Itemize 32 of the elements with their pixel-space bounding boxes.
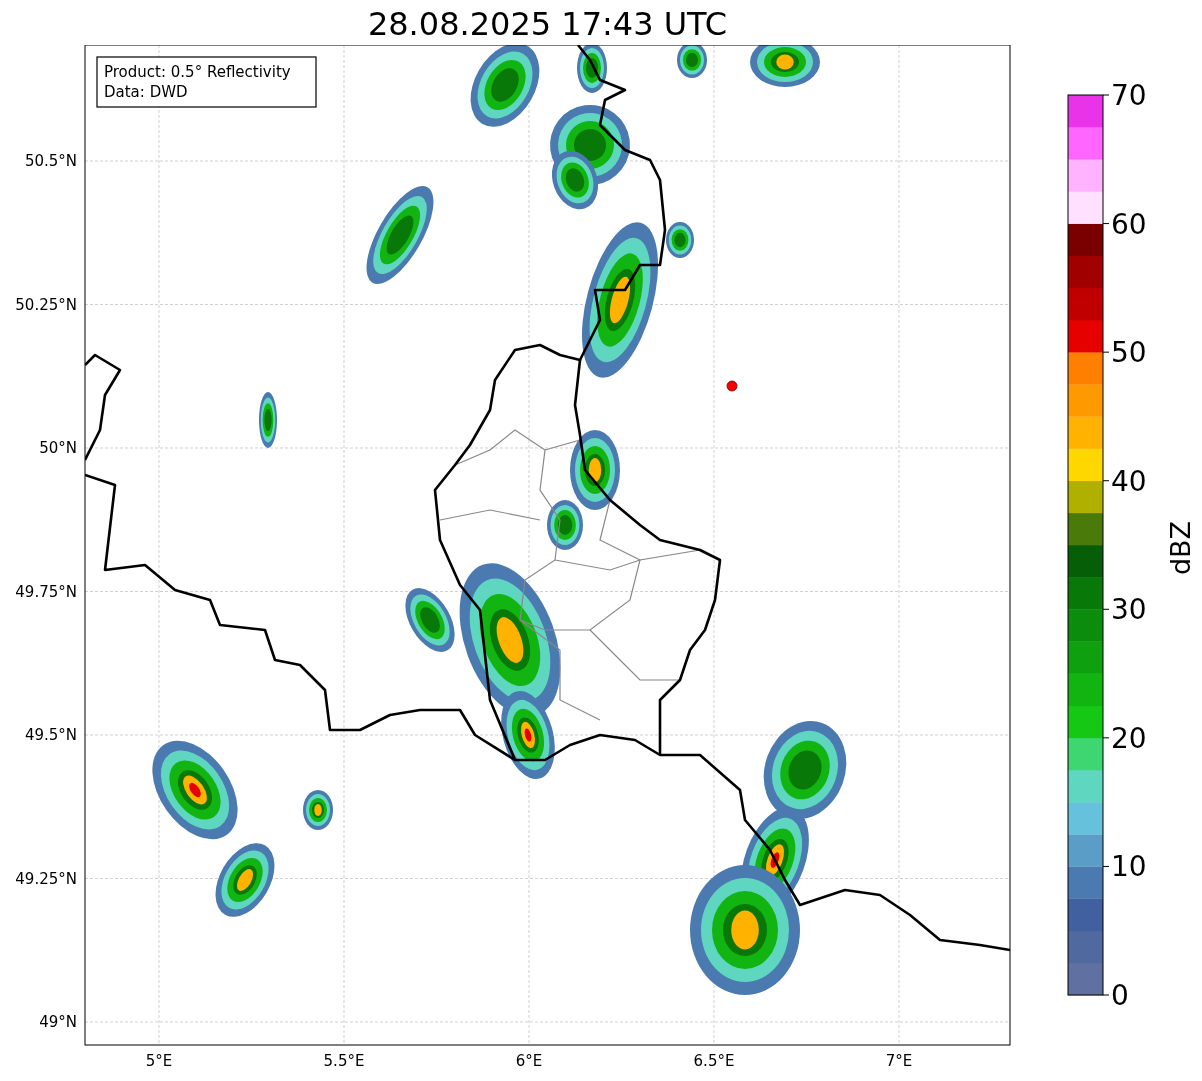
rain-echo-drawing <box>303 790 333 830</box>
rain-echo-drawing <box>677 45 707 78</box>
location-marker <box>726 380 738 392</box>
colorbar-tick-label: 10 <box>1111 850 1147 884</box>
colorbar-tick-label: 40 <box>1111 464 1147 498</box>
axis-tick-label: 49°N <box>39 1013 77 1031</box>
axis-tick-label: 50.5°N <box>24 152 77 170</box>
colorbar-tick-label: 30 <box>1111 593 1147 627</box>
colorbar-label: dBZ <box>1165 520 1196 576</box>
rain-echo-drawing <box>750 45 820 87</box>
rain-echo-drawing <box>405 588 455 652</box>
rain-echo-drawing <box>259 392 277 448</box>
axis-tick-label: 5°E <box>145 1052 173 1070</box>
rain-echo-drawing <box>666 222 694 258</box>
axis-tick-label: 49.25°N <box>15 869 77 888</box>
axis-tick-label: 49.75°N <box>15 582 77 601</box>
axis-tick-label: 50.25°N <box>15 295 77 314</box>
colorbar-tick-label: 70 <box>1111 79 1147 112</box>
colorbar-tick-label: 20 <box>1111 721 1147 755</box>
colorbar-tick-label: 50 <box>1111 336 1147 370</box>
legend-text: Data: DWD <box>104 83 188 101</box>
colorbar-tick-label: 60 <box>1111 207 1147 241</box>
axis-tick-label: 7°E <box>885 1052 913 1070</box>
axis-tick-label: 5.5°E <box>323 1052 365 1070</box>
legend-text: Product: 0.5° Reflectivity <box>104 63 291 81</box>
colorbar-tick-label: 0 <box>1111 979 1129 1012</box>
axis-tick-label: 6°E <box>515 1052 543 1070</box>
axis-tick-label: 50°N <box>39 439 77 457</box>
axis-tick-label: 6.5°E <box>693 1052 735 1070</box>
axis-tick-label: 49.5°N <box>24 726 77 744</box>
chart-title: 28.08.2025 17:43 UTC <box>366 4 729 45</box>
rain-echo-drawing <box>577 45 607 93</box>
